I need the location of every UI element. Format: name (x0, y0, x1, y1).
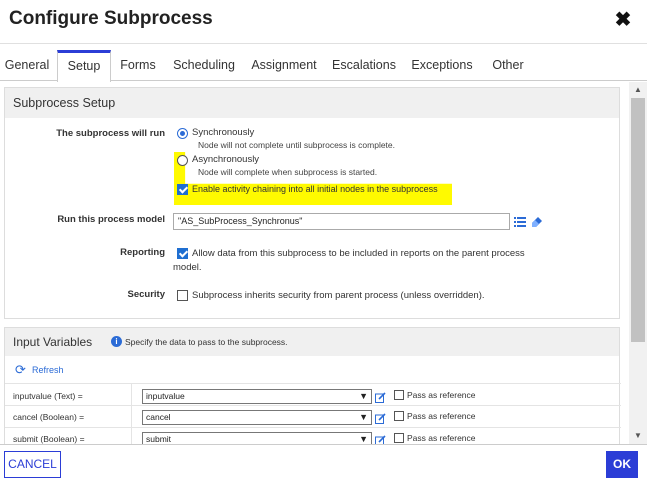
pass-as-reference-label: Pass as reference (407, 411, 476, 421)
var-name-cancel: cancel (Boolean) = (13, 412, 85, 422)
ok-button[interactable]: OK (606, 451, 638, 478)
process-model-input[interactable]: "AS_SubProcess_Synchronus" (173, 213, 510, 230)
chaining-label: Enable activity chaining into all initia… (192, 184, 438, 194)
row-divider (5, 383, 621, 384)
dialog-title: Configure Subprocess (9, 8, 213, 29)
pass-as-reference-label: Pass as reference (407, 390, 476, 400)
vertical-scrollbar[interactable]: ▲ ▼ (629, 82, 647, 444)
edit-icon[interactable] (375, 433, 386, 444)
chevron-down-icon: ▼ (359, 434, 368, 444)
security-text: Subprocess inherits security from parent… (192, 290, 485, 301)
reporting-checkbox[interactable] (177, 248, 188, 259)
scroll-down-icon[interactable]: ▼ (629, 428, 647, 444)
input-variables-heading-bar: Input Variables i Specify the data to pa… (5, 328, 619, 356)
pass-as-reference-checkbox[interactable] (394, 433, 404, 443)
row-divider (5, 405, 621, 406)
async-radio[interactable] (177, 155, 188, 166)
cancel-button[interactable]: CANCEL (4, 451, 61, 478)
reporting-text: Allow data from this subprocess to be in… (192, 248, 525, 259)
process-model-label: Run this process model (57, 214, 165, 225)
list-icon[interactable] (514, 215, 526, 227)
tab-other[interactable]: Other (488, 50, 528, 81)
tab-exceptions[interactable]: Exceptions (410, 50, 474, 81)
async-description: Node will complete when subprocess is st… (198, 167, 378, 177)
refresh-button[interactable]: ⟳ Refresh (15, 363, 75, 377)
input-variables-heading: Input Variables (13, 335, 93, 349)
column-divider (131, 384, 132, 444)
security-checkbox[interactable] (177, 290, 188, 301)
tab-escalations[interactable]: Escalations (331, 50, 397, 81)
reporting-text-cont: model. (173, 262, 202, 273)
sync-radio-label: Synchronously (192, 127, 255, 138)
var-name-inputvalue: inputvalue (Text) = (13, 391, 83, 401)
var-name-submit: submit (Boolean) = (13, 434, 85, 444)
async-radio-label: Asynchronously (192, 154, 260, 165)
close-icon[interactable]: ✖ (613, 9, 633, 31)
dialog-header: Configure Subprocess ✖ (0, 0, 647, 44)
var-value-select-inputvalue[interactable]: inputvalue ▼ (142, 389, 372, 404)
scroll-up-icon[interactable]: ▲ (629, 82, 647, 98)
tab-bar: General Setup Forms Scheduling Assignmen… (0, 50, 647, 82)
var-value-select-cancel[interactable]: cancel ▼ (142, 410, 372, 425)
sync-description: Node will not complete until subprocess … (198, 140, 396, 150)
row-divider (5, 427, 621, 428)
refresh-label: Refresh (32, 365, 64, 375)
input-variables-section: Input Variables i Specify the data to pa… (4, 327, 621, 444)
dialog-body: Subprocess Setup The subprocess will run… (0, 82, 629, 444)
section-heading: Subprocess Setup (5, 88, 619, 118)
var-value-select-submit[interactable]: submit ▼ (142, 432, 372, 444)
info-icon: i (111, 336, 122, 347)
chevron-down-icon: ▼ (359, 412, 368, 422)
pass-as-reference-checkbox[interactable] (394, 411, 404, 421)
input-variables-hint: Specify the data to pass to the subproce… (125, 337, 288, 347)
tab-assignment[interactable]: Assignment (250, 50, 318, 81)
edit-icon[interactable] (375, 390, 386, 403)
var-value-submit: submit (146, 434, 172, 444)
pass-as-reference-label: Pass as reference (407, 433, 476, 443)
chaining-checkbox[interactable] (177, 184, 188, 195)
refresh-icon: ⟳ (15, 362, 26, 377)
reporting-label: Reporting (120, 247, 165, 258)
chevron-down-icon: ▼ (359, 391, 368, 401)
eraser-icon[interactable] (531, 215, 543, 227)
var-value-inputvalue: inputvalue (146, 391, 185, 401)
tab-general[interactable]: General (4, 50, 50, 81)
run-mode-label: The subprocess will run (56, 128, 165, 139)
scrollbar-thumb[interactable] (631, 98, 645, 342)
tab-scheduling[interactable]: Scheduling (171, 50, 237, 81)
dialog-footer: CANCEL OK (0, 444, 647, 482)
security-label: Security (127, 289, 166, 300)
pass-as-reference-checkbox[interactable] (394, 390, 404, 400)
configure-subprocess-dialog: Configure Subprocess ✖ General Setup For… (0, 0, 647, 482)
tab-setup[interactable]: Setup (57, 50, 111, 82)
edit-icon[interactable] (375, 411, 386, 424)
tab-forms[interactable]: Forms (116, 50, 160, 81)
subprocess-setup-section: Subprocess Setup The subprocess will run… (4, 87, 620, 319)
sync-radio[interactable] (177, 128, 188, 139)
var-value-cancel: cancel (146, 412, 171, 422)
